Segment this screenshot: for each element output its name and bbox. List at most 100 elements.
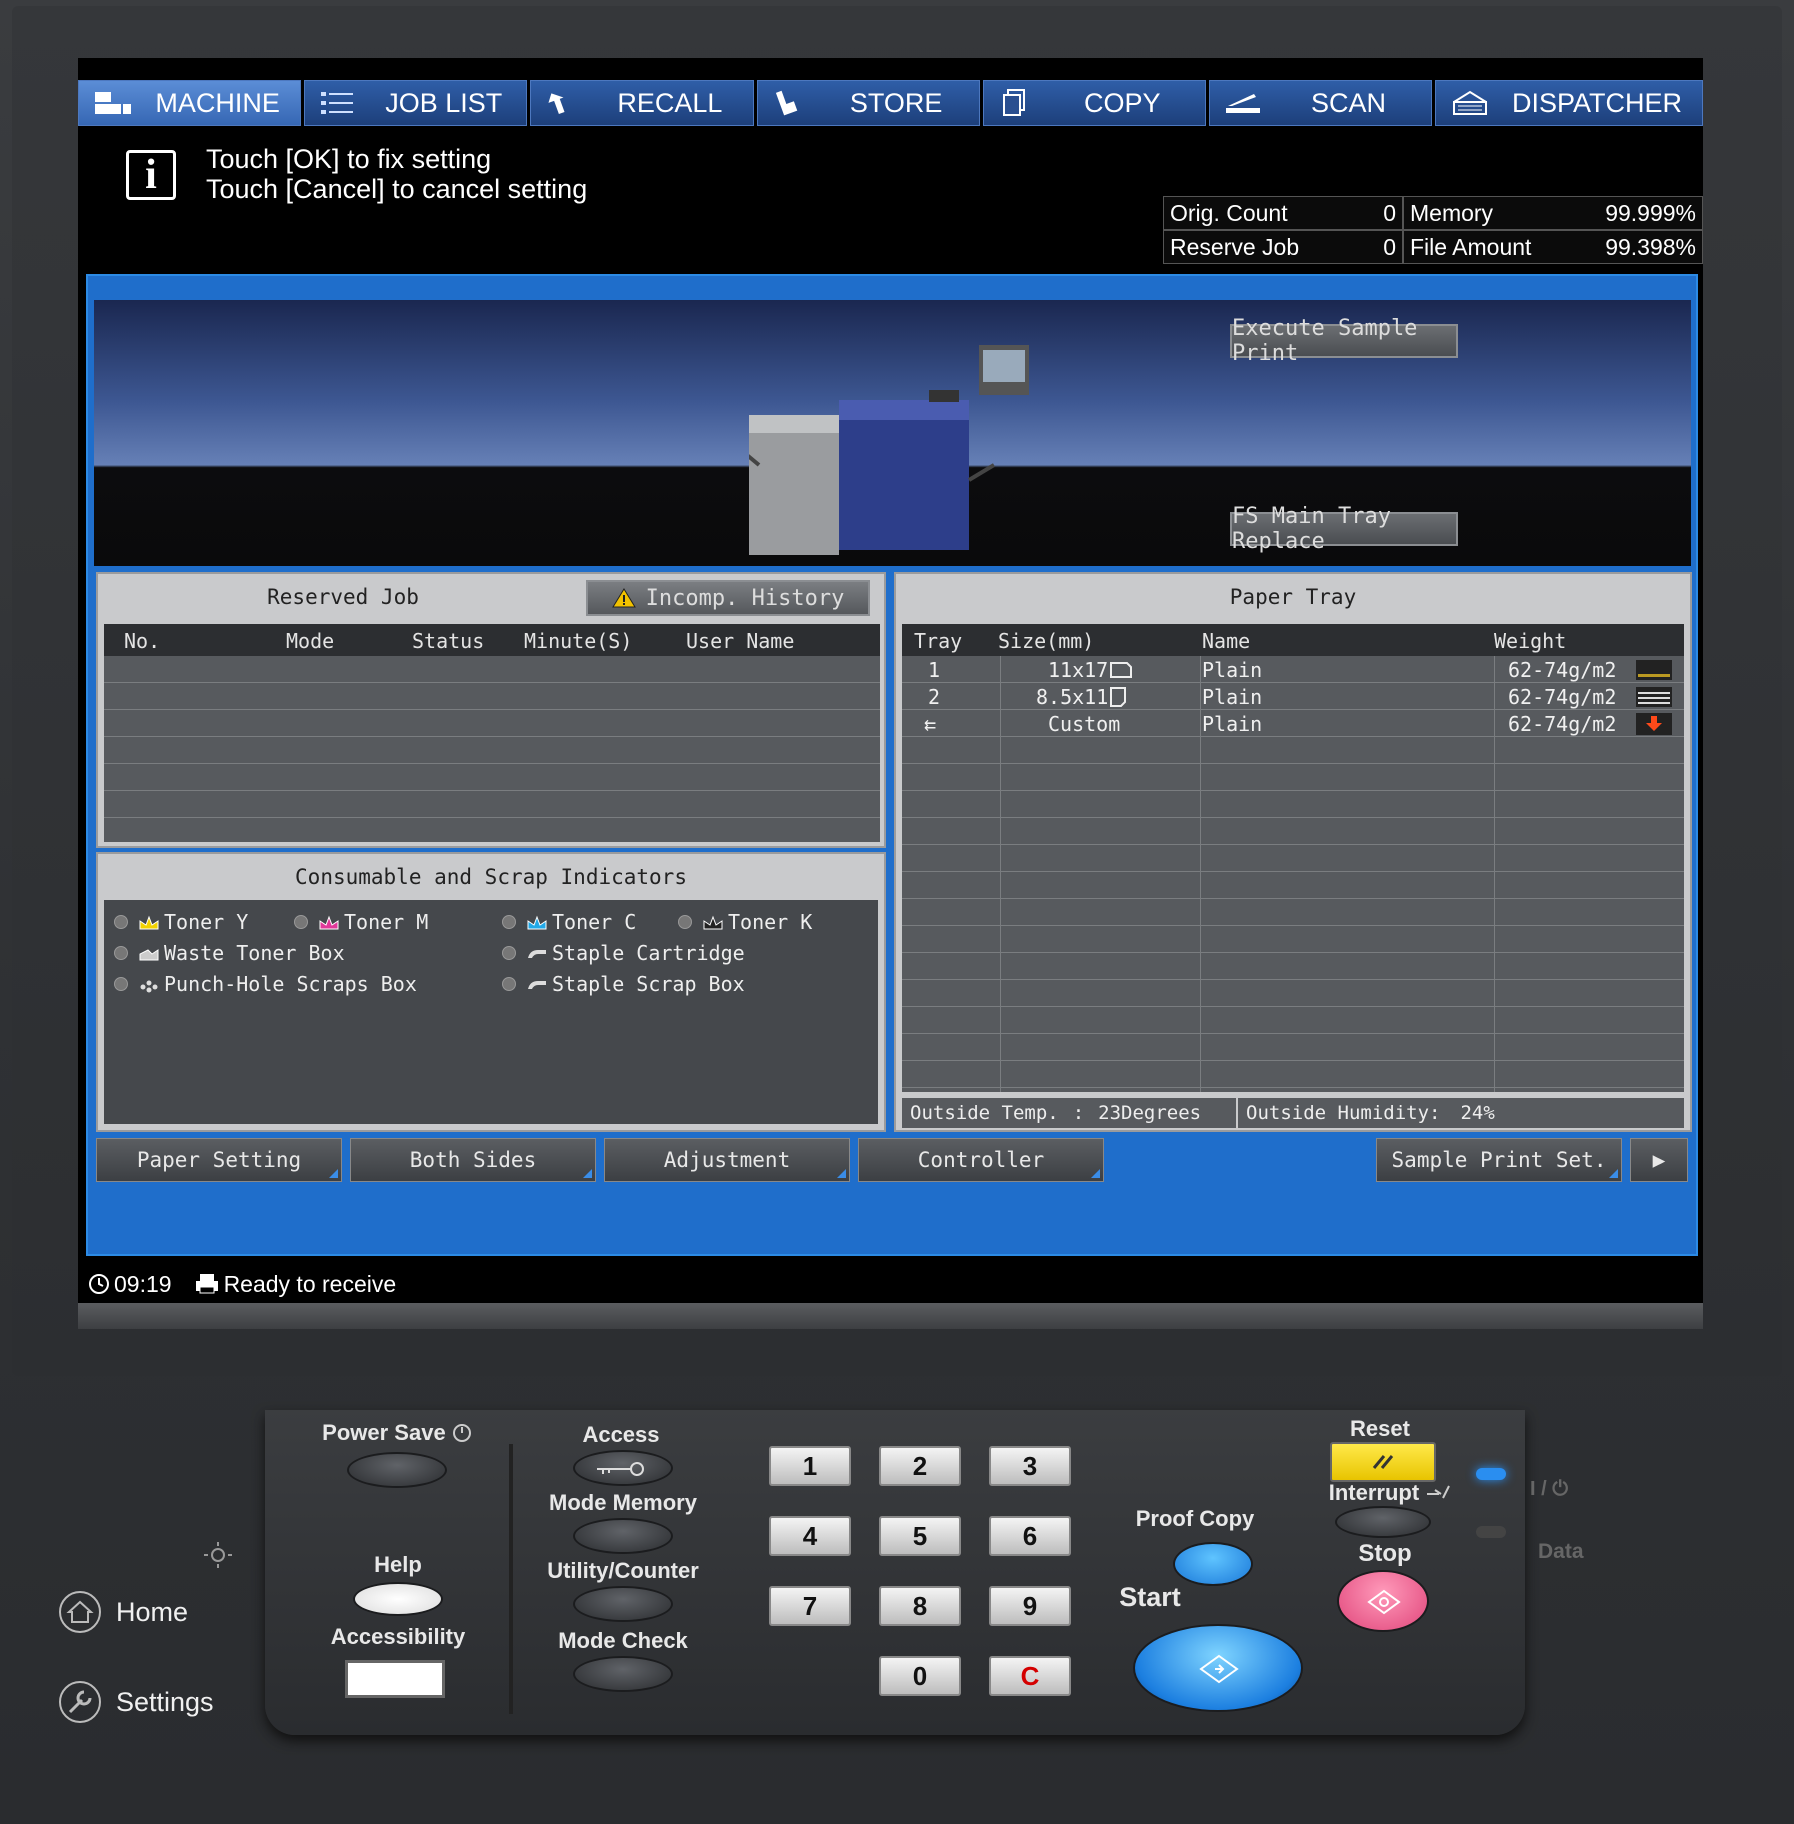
- controller-button[interactable]: Controller: [858, 1138, 1104, 1182]
- dispatcher-icon: [1450, 88, 1490, 118]
- counter-panel: Orig. Count 0 Memory 99.999% Reserve Job…: [1163, 128, 1703, 264]
- start-button[interactable]: [1133, 1624, 1303, 1712]
- environment-readout: Outside Temp. : 23Degrees Outside Humidi…: [902, 1098, 1684, 1128]
- keypad-3[interactable]: 3: [989, 1446, 1071, 1486]
- paper-tray-row-2[interactable]: 2 8.5x11 Plain 62-74g/m2: [902, 683, 1684, 710]
- sample-print-set-button[interactable]: Sample Print Set.: [1376, 1138, 1622, 1182]
- help-button[interactable]: [353, 1582, 443, 1616]
- keypad-2[interactable]: 2: [879, 1446, 961, 1486]
- power-save-icon: [452, 1424, 471, 1442]
- utility-counter-button[interactable]: [573, 1586, 673, 1622]
- screen-ledge: [78, 1303, 1703, 1329]
- table-row[interactable]: [902, 980, 1684, 1007]
- tab-machine[interactable]: MACHINE: [78, 80, 302, 126]
- paper-tray-row-1[interactable]: 1 11x17 Plain 62-74g/m2: [902, 656, 1684, 683]
- paper-tray-header: Tray Size(mm) Name Weight: [902, 624, 1684, 656]
- data-led: [1476, 1526, 1506, 1538]
- incomp-history-button[interactable]: Incomp. History: [586, 580, 870, 616]
- table-row[interactable]: [902, 872, 1684, 899]
- brightness-icon[interactable]: [196, 1540, 240, 1570]
- staple-icon: [528, 981, 546, 989]
- tab-job-list[interactable]: JOB LIST: [304, 80, 528, 126]
- tab-copy[interactable]: COPY: [982, 80, 1206, 126]
- tab-dispatcher[interactable]: DISPATCHER: [1435, 80, 1704, 126]
- table-row[interactable]: [902, 737, 1684, 764]
- adjustment-button[interactable]: Adjustment: [604, 1138, 850, 1182]
- message-area: i Touch [OK] to fix setting Touch [Cance…: [78, 128, 1156, 264]
- paper-tray-table: Tray Size(mm) Name Weight 1 11x17 Plain …: [902, 624, 1684, 1092]
- stop-button[interactable]: [1337, 1570, 1429, 1632]
- toner-icon: [703, 915, 723, 930]
- tab-store[interactable]: STORE: [756, 80, 980, 126]
- mode-memory-button[interactable]: [573, 1518, 673, 1554]
- indicator-toner-k: Toner K: [678, 910, 812, 934]
- table-row[interactable]: [902, 764, 1684, 791]
- table-row[interactable]: [104, 791, 880, 818]
- table-row[interactable]: [902, 899, 1684, 926]
- status-dot: [502, 915, 516, 929]
- home-button[interactable]: Home: [58, 1590, 188, 1634]
- access-button[interactable]: [573, 1450, 673, 1486]
- keypad-1[interactable]: 1: [769, 1446, 851, 1486]
- indicator-punch-hole-scraps-box: Punch-Hole Scraps Box: [114, 972, 417, 996]
- tab-recall[interactable]: RECALL: [530, 80, 754, 126]
- table-row[interactable]: [902, 1061, 1684, 1088]
- mode-check-button[interactable]: [573, 1656, 673, 1692]
- keypad-5[interactable]: 5: [879, 1516, 961, 1556]
- next-page-button[interactable]: ▶: [1630, 1138, 1688, 1182]
- key-icon: [597, 1462, 644, 1476]
- keypad-0[interactable]: 0: [879, 1656, 961, 1696]
- paper-level-icon: [1636, 660, 1672, 680]
- paper-empty-icon: [1636, 713, 1672, 735]
- table-row[interactable]: [902, 953, 1684, 980]
- store-icon: [772, 88, 812, 118]
- keypad-8[interactable]: 8: [879, 1586, 961, 1626]
- status-bar: 09:19 Ready to receive: [78, 1266, 1703, 1302]
- recall-icon: [545, 88, 585, 118]
- status-dot: [294, 915, 308, 929]
- keypad-7[interactable]: 7: [769, 1586, 851, 1626]
- table-row[interactable]: [902, 1007, 1684, 1034]
- keypad-6[interactable]: 6: [989, 1516, 1071, 1556]
- table-row[interactable]: [104, 656, 880, 683]
- paper-setting-button[interactable]: Paper Setting: [96, 1138, 342, 1182]
- toner-icon: [319, 915, 339, 930]
- main-tab-bar: MACHINE JOB LIST RECALL STORE COPY SCAN: [78, 80, 1704, 126]
- indicator-toner-m: Toner M: [294, 910, 428, 934]
- both-sides-button[interactable]: Both Sides: [350, 1138, 596, 1182]
- clear-key[interactable]: C: [989, 1656, 1071, 1696]
- table-row[interactable]: [902, 845, 1684, 872]
- warning-icon: [611, 588, 636, 608]
- consumables-panel: Consumable and Scrap Indicators Toner Y …: [96, 852, 886, 1132]
- execute-sample-print-button[interactable]: Execute Sample Print: [1230, 316, 1458, 366]
- keypad-9[interactable]: 9: [989, 1586, 1071, 1626]
- accessibility-button[interactable]: [345, 1660, 445, 1698]
- power-save-button[interactable]: [347, 1452, 447, 1488]
- reset-button[interactable]: [1330, 1442, 1436, 1482]
- machine-illustration: Execute Sample Print FS Main Tray Replac…: [94, 300, 1691, 566]
- table-row[interactable]: [104, 710, 880, 737]
- table-row[interactable]: [902, 818, 1684, 845]
- settings-button[interactable]: Settings: [58, 1680, 214, 1724]
- table-row[interactable]: [902, 791, 1684, 818]
- instruction-message: Touch [OK] to fix setting Touch [Cancel]…: [206, 144, 588, 204]
- table-row[interactable]: [902, 926, 1684, 953]
- reset-icon: [1372, 1455, 1394, 1469]
- table-row[interactable]: [902, 1034, 1684, 1061]
- tab-scan[interactable]: SCAN: [1208, 80, 1433, 126]
- table-row[interactable]: [104, 764, 880, 791]
- clock-icon: [89, 1274, 109, 1294]
- reserved-job-header: No. Mode Status Minute(S) User Name: [104, 624, 880, 656]
- table-row[interactable]: [104, 737, 880, 764]
- interrupt-button[interactable]: [1335, 1506, 1431, 1538]
- proof-copy-button[interactable]: [1173, 1542, 1253, 1586]
- keypad-4[interactable]: 4: [769, 1516, 851, 1556]
- wrench-icon: [59, 1681, 101, 1723]
- fs-main-tray-replace-button[interactable]: FS Main Tray Replace: [1230, 504, 1458, 554]
- indicator-staple-scrap-box: Staple Scrap Box: [502, 972, 745, 996]
- arrow-right-icon: ▶: [1652, 1148, 1666, 1172]
- indicator-waste-toner-box: Waste Toner Box: [114, 941, 345, 965]
- table-row[interactable]: [104, 683, 880, 710]
- status-dot: [114, 977, 128, 991]
- paper-tray-row-bypass[interactable]: ⇇ Custom Plain 62-74g/m2: [902, 710, 1684, 737]
